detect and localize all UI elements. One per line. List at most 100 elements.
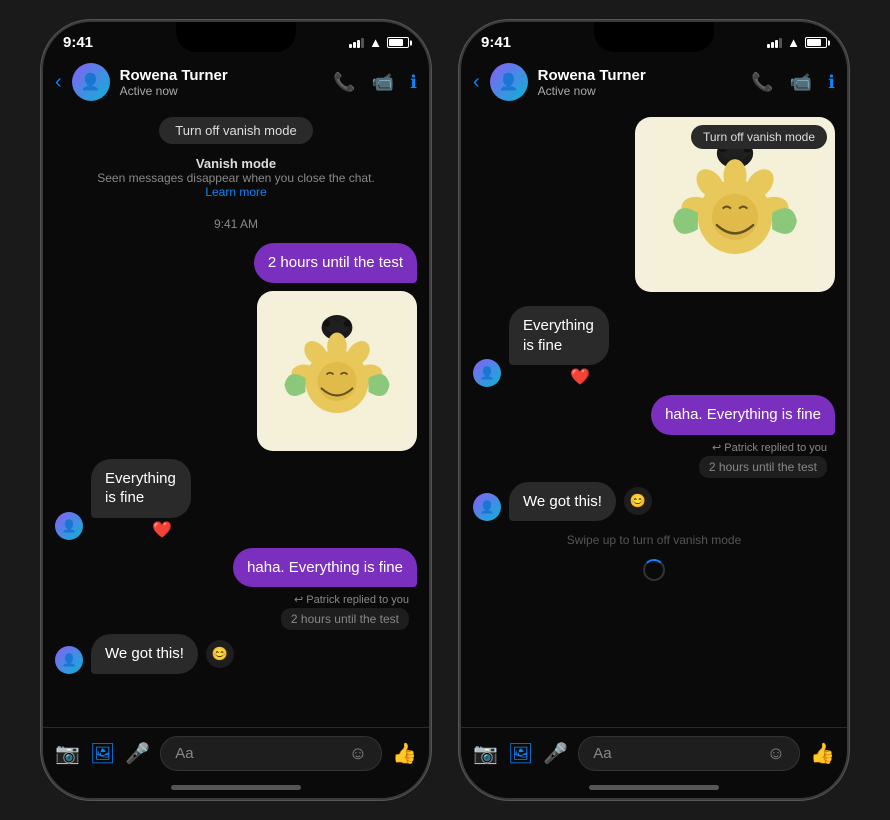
msg-outgoing-3: haha. Everything is fine xyxy=(473,395,835,435)
bubble-outgoing-1: 2 hours until the test xyxy=(254,243,417,283)
phone-1: 9:41 ▲ ‹ 👤 Rowena Turner Active now xyxy=(41,20,431,800)
msg-outgoing-2: haha. Everything is fine xyxy=(55,548,417,588)
battery-2 xyxy=(805,37,827,48)
thumbsup-icon-2[interactable]: 👍 xyxy=(810,741,835,766)
bubble-incoming-2: Everything is fine xyxy=(509,306,609,365)
contact-name-2: Rowena Turner xyxy=(538,67,742,84)
info-icon-2[interactable]: ℹ xyxy=(828,72,835,93)
battery-1 xyxy=(387,37,409,48)
home-indicator-2 xyxy=(589,785,719,790)
incoming-avatar-1: 👤 xyxy=(55,512,83,540)
back-button-1[interactable]: ‹ xyxy=(55,71,62,94)
header-actions-1: 📞 📹 ℹ xyxy=(333,72,417,93)
notch-1 xyxy=(176,22,296,52)
wifi-icon-1: ▲ xyxy=(369,35,382,50)
reply-quote-2: 2 hours until the test xyxy=(699,456,827,478)
status-icons-2: ▲ xyxy=(767,35,827,50)
camera-icon-1[interactable]: 📷 xyxy=(55,741,80,766)
signal-bar-6 xyxy=(771,42,774,48)
sticker-with-overlay-2: Turn off vanish mode xyxy=(635,117,835,292)
vanish-title-1: Vanish mode xyxy=(55,156,417,171)
battery-fill-1 xyxy=(389,39,403,46)
bubble-outgoing-3: haha. Everything is fine xyxy=(651,395,835,435)
status-time-2: 9:41 xyxy=(481,34,511,51)
bubble-outgoing-2: haha. Everything is fine xyxy=(233,548,417,588)
reply-context-2: ↩ Patrick replied to you 2 hours until t… xyxy=(473,441,835,478)
messages-area-1: Turn off vanish mode Vanish mode Seen me… xyxy=(43,109,429,727)
header-info-2: Rowena Turner Active now xyxy=(538,67,742,98)
messages-area-2: Turn off vanish mode 👤 Everything is fin… xyxy=(461,109,847,727)
reply-label-1: ↩ Patrick replied to you xyxy=(55,593,409,606)
vanish-info-1: Vanish mode Seen messages disappear when… xyxy=(55,156,417,199)
swipe-hint-2: Swipe up to turn off vanish mode xyxy=(473,533,835,547)
contact-status-1: Active now xyxy=(120,84,324,98)
bubble-we-got-this-2: We got this! xyxy=(509,482,616,522)
incoming-avatar-2: 👤 xyxy=(55,646,83,674)
signal-bar-7 xyxy=(775,40,778,48)
msg-sticker-1 xyxy=(55,291,417,451)
reply-label-2: ↩ Patrick replied to you xyxy=(473,441,827,454)
reply-quote-1: 2 hours until the test xyxy=(281,608,409,630)
signal-bar-2 xyxy=(353,42,356,48)
video-icon-2[interactable]: 📹 xyxy=(790,72,812,93)
loading-spinner-2 xyxy=(643,559,665,581)
header-actions-2: 📞 📹 ℹ xyxy=(751,72,835,93)
bubble-incoming-1: Everything is fine xyxy=(91,459,191,518)
vanish-desc-1: Seen messages disappear when you close t… xyxy=(55,171,417,185)
we-got-reaction-1: 😊 xyxy=(206,640,234,668)
signal-bar-3 xyxy=(357,40,360,48)
header-info-1: Rowena Turner Active now xyxy=(120,67,324,98)
contact-name-1: Rowena Turner xyxy=(120,67,324,84)
vanish-mode-banner-1[interactable]: Turn off vanish mode xyxy=(159,117,312,144)
incoming-avatar-4: 👤 xyxy=(473,493,501,521)
call-icon-1[interactable]: 📞 xyxy=(333,72,355,93)
camera-icon-2[interactable]: 📷 xyxy=(473,741,498,766)
gallery-icon-1[interactable]: 🖼 xyxy=(90,741,115,766)
signal-bars-2 xyxy=(767,38,782,48)
message-input-1[interactable]: Aa ☺ xyxy=(160,736,382,771)
gallery-icon-2[interactable]: 🖼 xyxy=(508,741,533,766)
reply-context-1: ↩ Patrick replied to you 2 hours until t… xyxy=(55,593,417,630)
msg-incoming-2: 👤 Everything is fine ❤️ xyxy=(473,306,835,387)
bottom-bar-2: 📷 🖼 🎤 Aa ☺ 👍 xyxy=(461,727,847,779)
input-placeholder-1: Aa xyxy=(175,745,341,762)
contact-status-2: Active now xyxy=(538,84,742,98)
sticker-1 xyxy=(257,291,417,451)
vanish-link-1[interactable]: Learn more xyxy=(55,185,417,199)
msg-incoming-1: 👤 Everything is fine ❤️ xyxy=(55,459,417,540)
info-icon-1[interactable]: ℹ xyxy=(410,72,417,93)
wifi-icon-2: ▲ xyxy=(787,35,800,50)
signal-bars-1 xyxy=(349,38,364,48)
video-icon-1[interactable]: 📹 xyxy=(372,72,394,93)
avatar-1: 👤 xyxy=(72,63,110,101)
mic-icon-2[interactable]: 🎤 xyxy=(543,741,568,766)
input-placeholder-2: Aa xyxy=(593,745,759,762)
message-input-2[interactable]: Aa ☺ xyxy=(578,736,800,771)
home-indicator-1 xyxy=(171,785,301,790)
battery-fill-2 xyxy=(807,39,821,46)
msg-outgoing-1: 2 hours until the test xyxy=(55,243,417,283)
signal-bar-5 xyxy=(767,44,770,48)
bottom-bar-1: 📷 🖼 🎤 Aa ☺ 👍 xyxy=(43,727,429,779)
emoji-icon-1[interactable]: ☺ xyxy=(349,743,367,764)
avatar-2: 👤 xyxy=(490,63,528,101)
msg-we-got-this-1: 👤 We got this! 😊 xyxy=(55,634,417,674)
reaction-2: ❤️ xyxy=(509,367,651,387)
reaction-1: ❤️ xyxy=(91,520,233,540)
signal-bar-4 xyxy=(361,38,364,48)
vanish-banner-overlay-2[interactable]: Turn off vanish mode xyxy=(691,125,827,149)
mic-icon-1[interactable]: 🎤 xyxy=(125,741,150,766)
signal-bar-1 xyxy=(349,44,352,48)
notch-2 xyxy=(594,22,714,52)
thumbsup-icon-1[interactable]: 👍 xyxy=(392,741,417,766)
msg-we-got-this-2: 👤 We got this! 😊 xyxy=(473,482,835,522)
chat-header-2: ‹ 👤 Rowena Turner Active now 📞 📹 ℹ xyxy=(461,55,847,109)
chat-header-1: ‹ 👤 Rowena Turner Active now 📞 📹 ℹ xyxy=(43,55,429,109)
call-icon-2[interactable]: 📞 xyxy=(751,72,773,93)
we-got-reaction-2: 😊 xyxy=(624,487,652,515)
signal-bar-8 xyxy=(779,38,782,48)
status-icons-1: ▲ xyxy=(349,35,409,50)
emoji-icon-2[interactable]: ☺ xyxy=(767,743,785,764)
back-button-2[interactable]: ‹ xyxy=(473,71,480,94)
bubble-we-got-this-1: We got this! xyxy=(91,634,198,674)
